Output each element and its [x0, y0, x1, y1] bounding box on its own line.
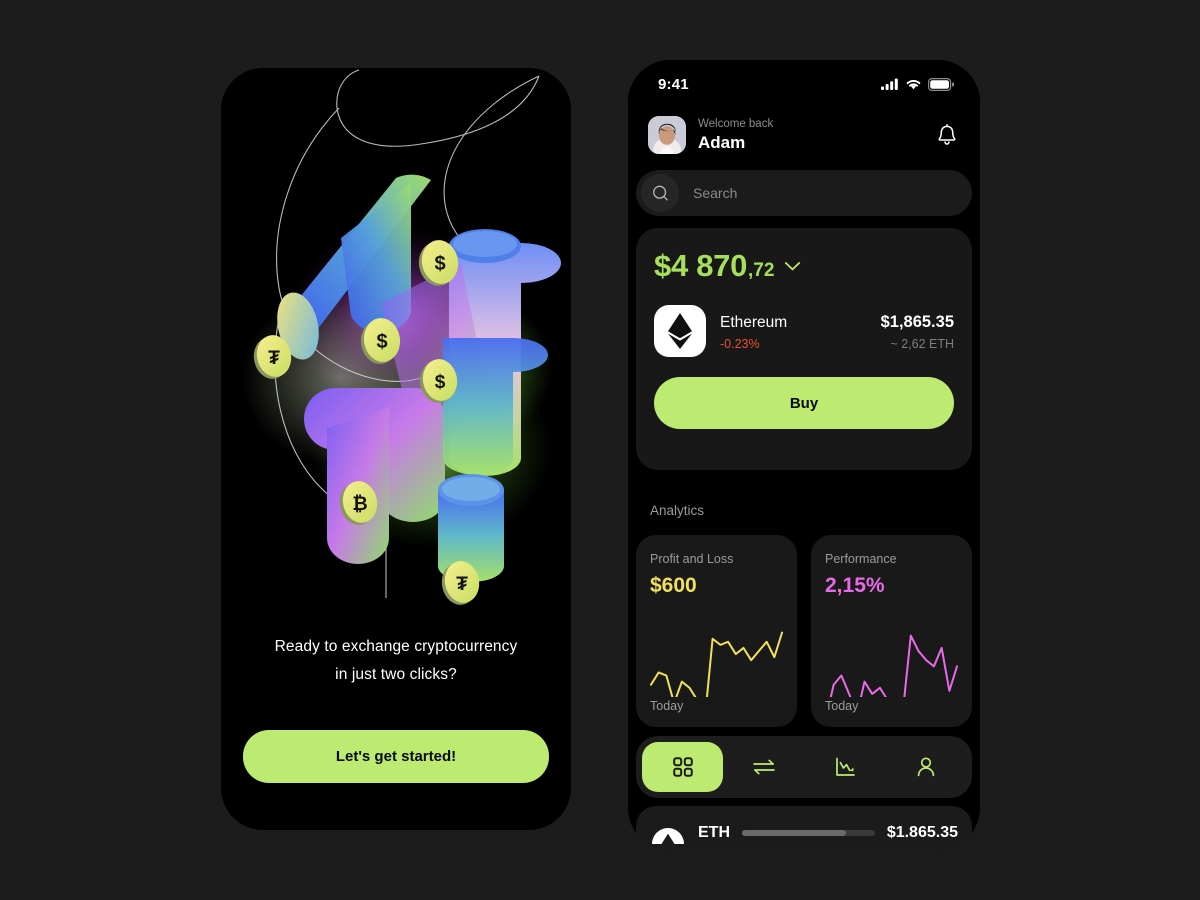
- onboarding-headline-line2: in just two clicks?: [335, 666, 457, 683]
- status-bar-icons: [881, 77, 954, 91]
- asset-name: Ethereum: [720, 313, 788, 331]
- card-footer: Today: [650, 699, 684, 713]
- user-name: Adam: [698, 132, 746, 152]
- chart-down-icon: [835, 757, 855, 776]
- eth-progress-bar: [742, 830, 875, 836]
- card-value: $600: [650, 574, 697, 597]
- buy-button[interactable]: Buy: [654, 377, 954, 429]
- dashboard-header: Welcome back Adam: [648, 112, 960, 158]
- card-footer: Today: [825, 699, 859, 713]
- battery-icon: [928, 77, 954, 91]
- status-bar-time: 9:41: [658, 75, 689, 93]
- svg-text:$: $: [376, 331, 387, 353]
- get-started-button[interactable]: Let's get started!: [243, 730, 549, 783]
- welcome-text: Welcome back: [698, 117, 774, 130]
- svg-text:₿: ₿: [352, 494, 367, 515]
- signal-icon: [881, 78, 898, 90]
- nav-dashboard[interactable]: [642, 742, 723, 792]
- search-icon: [652, 185, 668, 201]
- svg-text:$: $: [434, 253, 445, 275]
- eth-symbol: ETH: [698, 824, 730, 841]
- svg-text:₮: ₮: [456, 574, 468, 595]
- eth-list-row[interactable]: ETH $1.865.35: [636, 806, 972, 850]
- grid-icon: [672, 757, 693, 777]
- profit-and-loss-card[interactable]: Profit and Loss $600 Today: [636, 535, 797, 727]
- asset-values: $1,865.35 ~ 2,62 ETH: [881, 312, 954, 351]
- avatar-photo: [648, 116, 686, 154]
- person-icon: [917, 757, 934, 777]
- swap-arrows-icon: [752, 759, 775, 775]
- crypto-3d-tubes-illustration: $ ₮ $ $ ₿ ₮: [241, 69, 561, 605]
- user-avatar[interactable]: [648, 116, 686, 154]
- svg-text:₮: ₮: [268, 348, 280, 369]
- notification-bell-icon[interactable]: [934, 122, 960, 148]
- eth-white-icon: [652, 828, 684, 844]
- screenshot-stage: $ ₮ $ $ ₿ ₮ Ready to exchange cryptocurr…: [0, 0, 1200, 900]
- performance-sparkline: [825, 605, 958, 697]
- search-bar[interactable]: [636, 170, 972, 216]
- search-icon-button[interactable]: [641, 174, 679, 212]
- nav-profile[interactable]: [885, 742, 966, 792]
- asset-price: $1,865.35: [880, 312, 954, 331]
- svg-text:$: $: [435, 372, 446, 393]
- dashboard-phone: 9:41 Welcome back Adam Search $4 870 ,72…: [628, 60, 980, 850]
- card-title: Performance: [825, 552, 897, 566]
- balance-amount: $4 870: [654, 248, 748, 283]
- profit-loss-sparkline: [650, 605, 783, 697]
- performance-card[interactable]: Performance 2,15% Today: [811, 535, 972, 727]
- chevron-down-icon[interactable]: [784, 261, 801, 272]
- card-title: Profit and Loss: [650, 552, 734, 566]
- nav-exchange[interactable]: [723, 742, 804, 792]
- balance-row[interactable]: $4 870 ,72: [654, 248, 954, 284]
- ethereum-icon: [654, 305, 706, 357]
- search-input[interactable]: [679, 185, 967, 201]
- nav-analytics[interactable]: [804, 742, 885, 792]
- bottom-navigation: [636, 736, 972, 798]
- balance-card: $4 870 ,72 Ethereum -0.23% $1,865.35 ~ 2…: [636, 228, 972, 470]
- analytics-section-label: Analytics: [650, 503, 705, 518]
- status-bar: 9:41: [628, 60, 980, 104]
- wifi-icon: [906, 79, 921, 90]
- onboarding-headline-line1: Ready to exchange cryptocurrency: [274, 638, 518, 655]
- analytics-cards: Profit and Loss $600 Today Performance 2…: [636, 535, 972, 727]
- asset-amount: ~ 2,62 ETH: [890, 336, 954, 351]
- onboarding-phone: $ ₮ $ $ ₿ ₮ Ready to exchange cryptocurr…: [221, 68, 571, 830]
- asset-row[interactable]: Ethereum -0.23% $1,865.35 ~ 2,62 ETH: [654, 305, 954, 357]
- balance-cents: ,72: [748, 260, 775, 281]
- asset-change: -0.23%: [720, 336, 760, 351]
- asset-info: Ethereum -0.23%: [720, 312, 881, 351]
- ethereum-diamond-icon: [668, 313, 692, 349]
- onboarding-headline: Ready to exchange cryptocurrency in just…: [221, 633, 571, 689]
- eth-price: $1.865.35: [886, 824, 958, 841]
- card-value: 2,15%: [825, 574, 885, 597]
- header-greeting: Welcome back Adam: [698, 117, 934, 154]
